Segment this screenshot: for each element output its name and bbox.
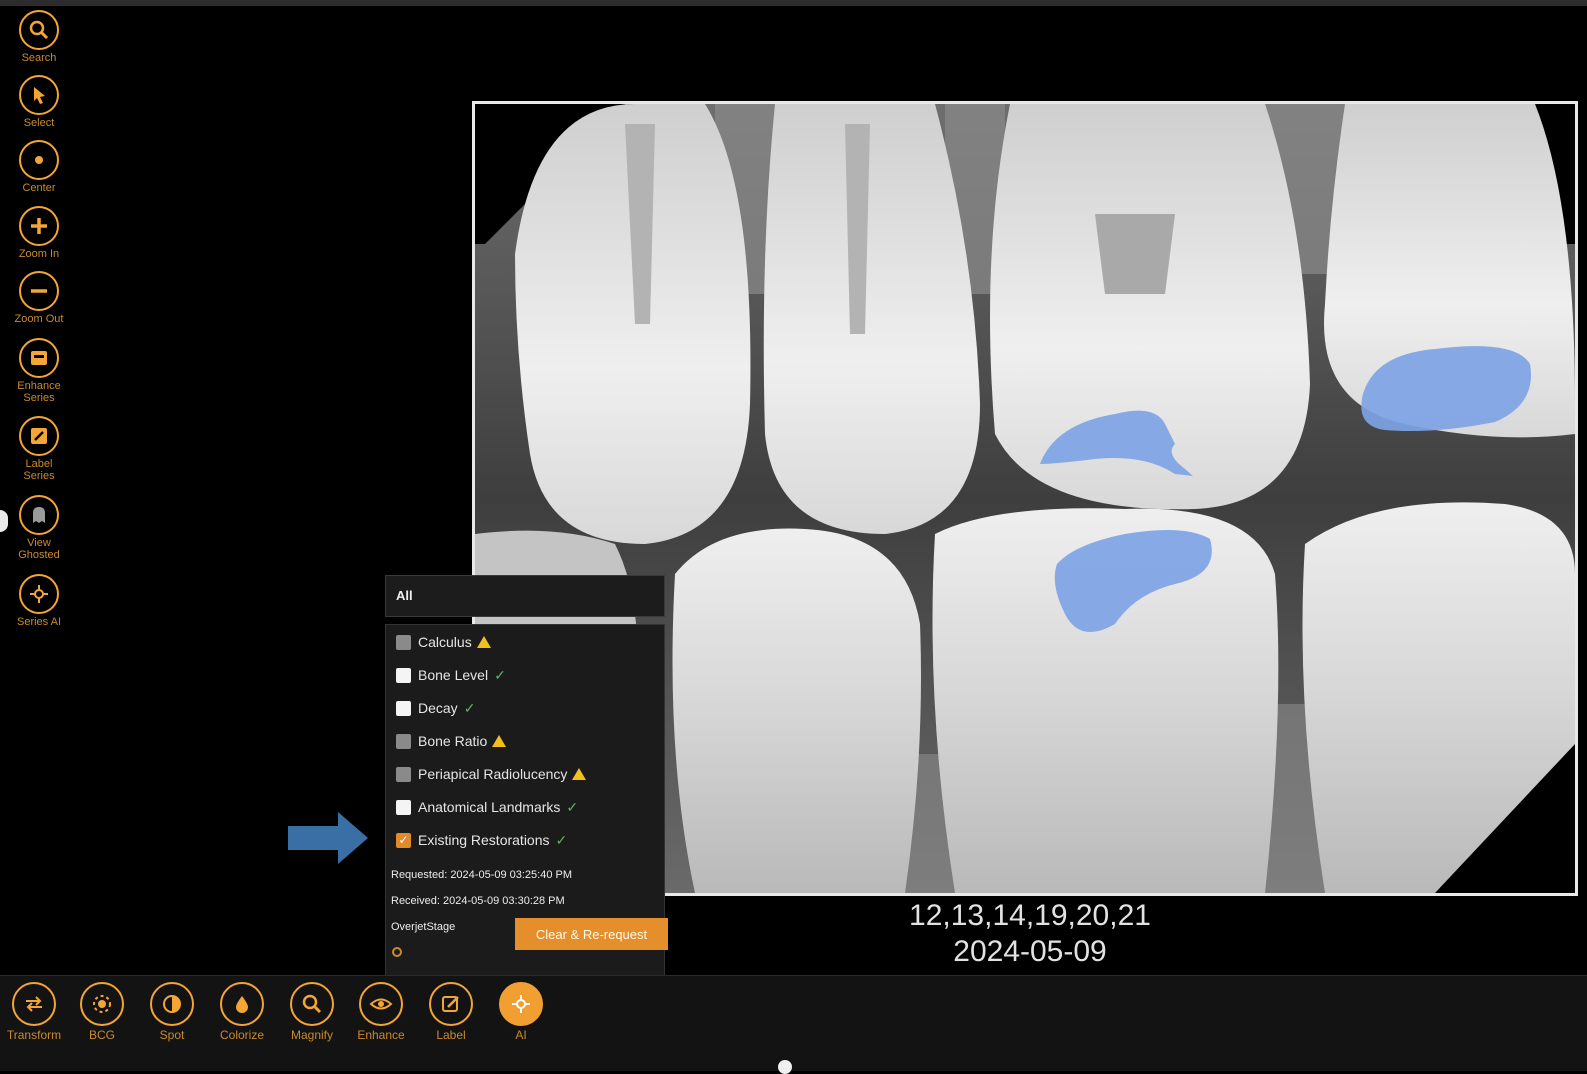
magnify-tool-button[interactable]: Magnify [278, 982, 346, 1042]
finding-calculus[interactable]: Calculus [396, 630, 491, 654]
image-date-label: 2024-05-09 [953, 935, 1107, 968]
transform-icon [12, 982, 56, 1026]
zoom-in-icon [19, 206, 59, 246]
tool-label: Search [21, 52, 57, 64]
tool-label: AI [515, 1028, 527, 1042]
tool-label: Transform [6, 1028, 62, 1042]
checkmark-icon: ✓ [566, 798, 579, 815]
search-icon [19, 10, 59, 50]
finding-label: Existing Restorations [418, 832, 550, 848]
eye-icon [359, 982, 403, 1026]
tool-label: Label Series [23, 458, 55, 482]
tool-label: View Ghosted [18, 537, 60, 561]
checkmark-icon: ✓ [494, 666, 506, 683]
callout-arrow-right [288, 812, 368, 864]
warning-icon [476, 636, 491, 648]
title-strip [0, 0, 1587, 6]
tool-label: Select [23, 117, 55, 129]
image-caption: 12,13,14,19,20,21 2024-05-09 [880, 898, 1180, 970]
label-series-tool-button[interactable]: Label Series [0, 416, 78, 482]
finding-decay[interactable]: Decay ✓ [396, 696, 475, 720]
tool-label: Series AI [16, 616, 62, 628]
zoom-out-icon [19, 271, 59, 311]
enhance-series-tool-button[interactable]: Enhance Series [0, 338, 78, 404]
ai-icon [499, 982, 543, 1026]
tool-label: Spot [159, 1028, 185, 1042]
ai-tool-button[interactable]: AI [487, 982, 555, 1042]
enhance-tool-button[interactable]: Enhance [347, 982, 415, 1042]
search-tool-button[interactable]: Search [0, 10, 78, 64]
ai-filter-value: All [396, 588, 413, 603]
warning-icon [572, 768, 587, 780]
tool-label: BCG [88, 1028, 115, 1042]
colorize-tool-button[interactable]: Colorize [208, 982, 276, 1042]
dental-imaging-app: Search Select Center Zoom In Zoom Out En… [0, 0, 1587, 1074]
finding-bone-ratio[interactable]: Bone Ratio [396, 729, 507, 753]
center-tool-button[interactable]: Center [0, 140, 78, 194]
teeth-numbers-label: 12,13,14,19,20,21 [909, 899, 1151, 932]
series-ai-tool-button[interactable]: Series AI [0, 574, 78, 628]
finding-existing-restorations[interactable]: ✓ Existing Restorations ✓ [396, 828, 567, 852]
label-icon [429, 982, 473, 1026]
checkbox[interactable] [396, 700, 411, 716]
finding-label: Bone Ratio [418, 733, 488, 749]
bcg-icon [80, 982, 124, 1026]
label-series-icon [19, 416, 59, 456]
tool-label: Colorize [219, 1028, 264, 1042]
label-tool-button[interactable]: Label [417, 982, 485, 1042]
finding-bone-level[interactable]: Bone Level ✓ [396, 663, 506, 687]
tool-label: Enhance Series [17, 380, 61, 404]
scroll-indicator[interactable] [778, 1060, 792, 1074]
checkbox[interactable] [396, 634, 411, 650]
transform-tool-button[interactable]: Transform [0, 982, 68, 1042]
tool-label: Zoom Out [14, 313, 64, 325]
magnify-icon [290, 982, 334, 1026]
cursor-icon [19, 75, 59, 115]
requested-timestamp: Requested: 2024-05-09 03:25:40 PM [391, 869, 573, 881]
received-timestamp: Received: 2024-05-09 03:30:28 PM [391, 895, 565, 907]
finding-label: Decay [418, 700, 458, 716]
checkmark-icon: ✓ [555, 831, 568, 848]
finding-label: Calculus [418, 634, 472, 650]
settings-gear-icon[interactable] [390, 945, 404, 959]
colorize-icon [220, 982, 264, 1026]
zoom-out-tool-button[interactable]: Zoom Out [0, 271, 78, 325]
spot-tool-button[interactable]: Spot [138, 982, 206, 1042]
ai-source-label: OverjetStage [391, 921, 456, 933]
finding-anatomical-landmarks[interactable]: Anatomical Landmarks ✓ [396, 795, 578, 819]
checkbox[interactable] [396, 733, 411, 749]
ai-icon [19, 574, 59, 614]
checkmark-icon: ✓ [463, 699, 476, 716]
tool-label: Label [436, 1028, 466, 1042]
checkbox-checked[interactable]: ✓ [396, 832, 411, 848]
finding-label: Bone Level [418, 667, 489, 683]
ghost-icon [19, 495, 59, 535]
finding-periapical-radiolucency[interactable]: Periapical Radiolucency [396, 762, 587, 786]
spot-icon [150, 982, 194, 1026]
tool-label: Zoom In [18, 248, 60, 260]
tool-label: Magnify [290, 1028, 334, 1042]
warning-icon [492, 735, 507, 747]
bottom-toolbar: Transform BCG Spot Colorize Magnify Enha… [0, 975, 1587, 1071]
finding-label: Anatomical Landmarks [418, 799, 561, 815]
view-ghosted-tool-button[interactable]: View Ghosted [0, 495, 78, 561]
select-tool-button[interactable]: Select [0, 75, 78, 129]
clear-and-rerequest-button[interactable]: Clear & Re-request [515, 918, 668, 950]
checkbox[interactable] [396, 766, 411, 782]
zoom-in-tool-button[interactable]: Zoom In [0, 206, 78, 260]
enhance-series-icon [19, 338, 59, 378]
tool-label: Enhance [357, 1028, 405, 1042]
tool-label: Center [22, 182, 56, 194]
finding-label: Periapical Radiolucency [418, 766, 568, 782]
ai-filter-dropdown[interactable]: All [385, 575, 665, 617]
center-dot-icon [19, 140, 59, 180]
checkbox[interactable] [396, 799, 411, 815]
checkbox[interactable] [396, 667, 411, 683]
bcg-tool-button[interactable]: BCG [68, 982, 136, 1042]
